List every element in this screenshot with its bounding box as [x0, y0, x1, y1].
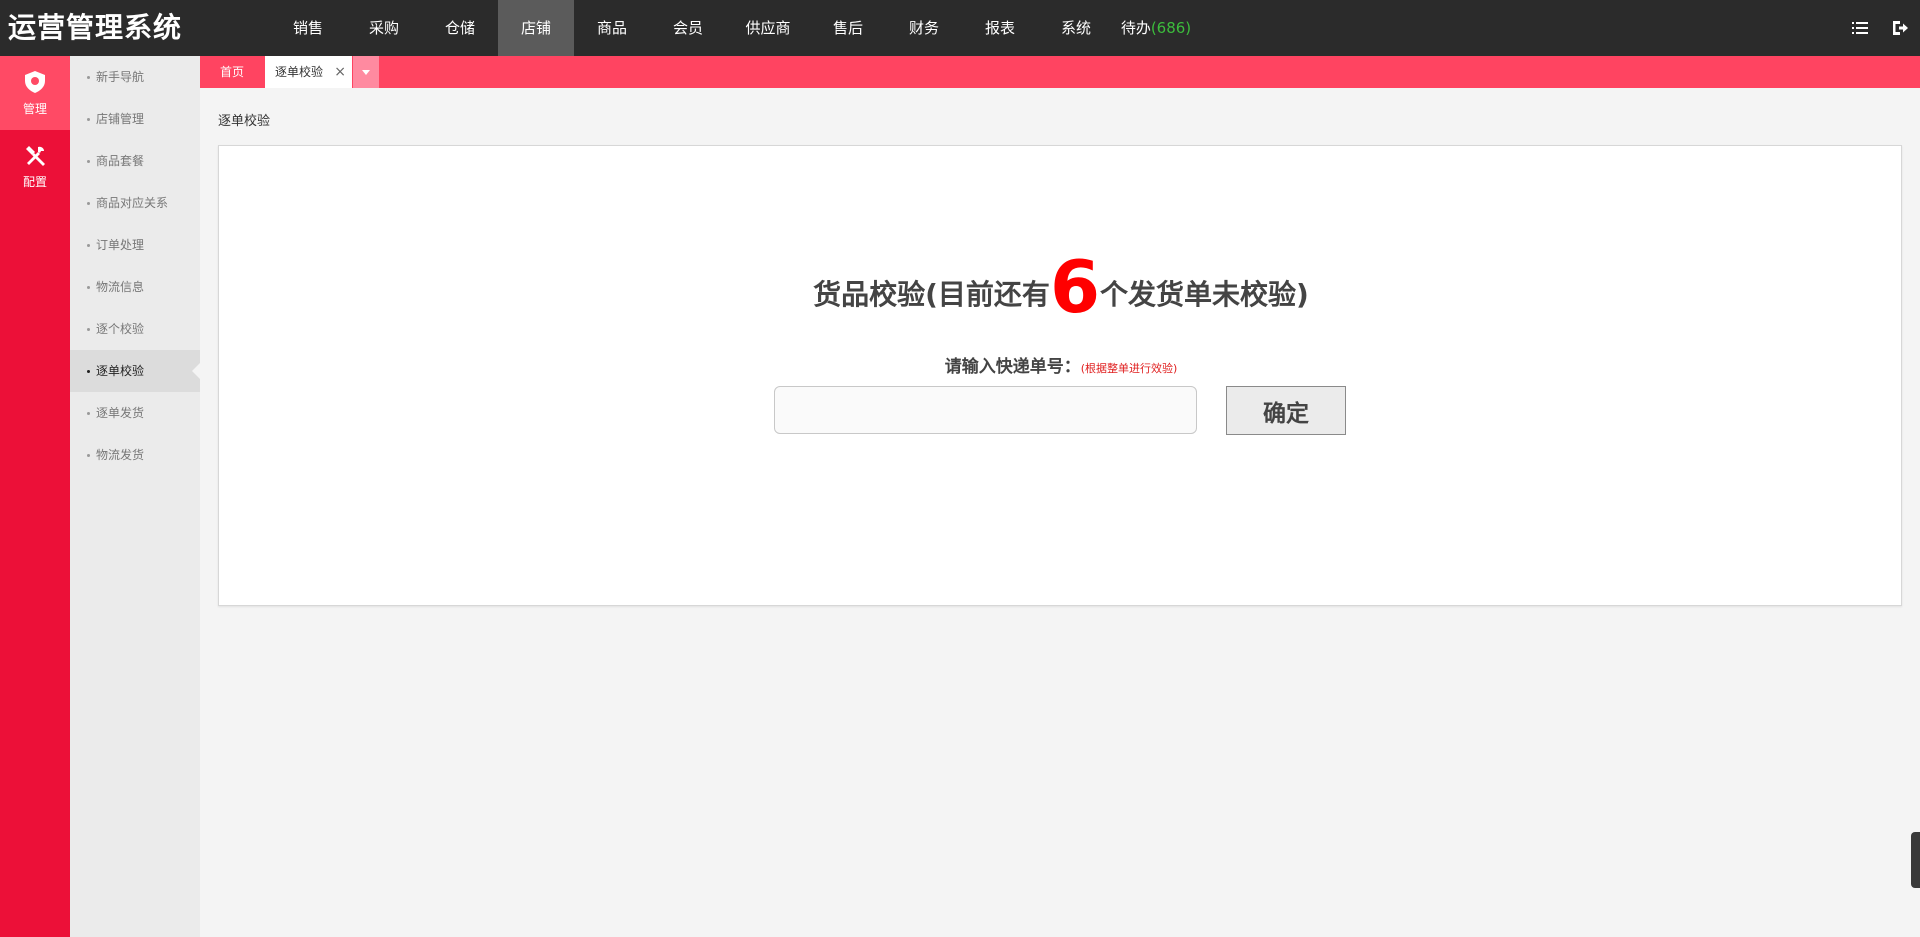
- pending-label: 待办: [1120, 19, 1151, 37]
- top-right-actions: [1840, 0, 1920, 56]
- submenu-item-active[interactable]: 逐单校验: [70, 350, 200, 392]
- tools-icon: [26, 145, 45, 166]
- topnav-item-system[interactable]: 系统: [1038, 0, 1114, 56]
- breadcrumb: 逐单校验: [218, 114, 271, 129]
- unverified-count: 6: [1049, 245, 1101, 329]
- tab-home[interactable]: 首页: [200, 56, 264, 88]
- topnav-item-goods[interactable]: 商品: [574, 0, 650, 56]
- verification-panel: 货品校验(目前还有6个发货单未校验) 请输入快递单号：(根据整单进行效验) 确定: [218, 145, 1902, 606]
- topnav-item-aftersales[interactable]: 售后: [810, 0, 886, 56]
- topnav-item-warehouse[interactable]: 仓储: [422, 0, 498, 56]
- list-menu-icon[interactable]: [1840, 0, 1880, 56]
- heading-suffix: 个发货单未校验): [1100, 278, 1309, 311]
- tracking-prompt-label: 请输入快递单号：: [944, 357, 1081, 377]
- top-nav: 销售 采购 仓储 店铺 商品 会员 供应商 售后 财务 报表 系统 待办(686…: [270, 0, 1198, 56]
- submenu-item[interactable]: 订单处理: [70, 224, 200, 266]
- tab-current-label: 逐单校验: [275, 65, 324, 79]
- submenu-item[interactable]: 物流信息: [70, 266, 200, 308]
- logout-icon[interactable]: [1880, 0, 1920, 56]
- topnav-item-finance[interactable]: 财务: [886, 0, 962, 56]
- tab-bar: 首页 逐单校验 ×: [200, 56, 1920, 88]
- rail-item-label: 管理: [22, 101, 47, 116]
- top-bar: 运营管理系统 销售 采购 仓储 店铺 商品 会员 供应商 售后 财务 报表 系统…: [0, 0, 1920, 56]
- tab-close-icon[interactable]: ×: [334, 56, 346, 88]
- shield-icon: [25, 70, 45, 93]
- page-title: 货品校验(目前还有6个发货单未校验): [219, 251, 1903, 323]
- heading-prefix: 货品校验(目前还有: [813, 278, 1050, 311]
- topnav-item-members[interactable]: 会员: [650, 0, 726, 56]
- confirm-button[interactable]: 确定: [1226, 386, 1346, 435]
- side-widget-handle[interactable]: [1911, 832, 1920, 888]
- topnav-item-pending[interactable]: 待办(686): [1114, 0, 1198, 56]
- submenu-item[interactable]: 物流发货: [70, 434, 200, 476]
- left-rail: 管理 配置: [0, 56, 70, 937]
- topnav-item-store[interactable]: 店铺: [498, 0, 574, 56]
- rail-item-label: 配置: [22, 174, 47, 189]
- tab-dropdown-icon[interactable]: [353, 56, 379, 88]
- tracking-prompt: 请输入快递单号：(根据整单进行效验): [219, 352, 1903, 377]
- rail-item-manage[interactable]: 管理: [0, 56, 70, 130]
- tab-current[interactable]: 逐单校验 ×: [265, 56, 352, 88]
- topnav-item-suppliers[interactable]: 供应商: [726, 0, 810, 56]
- topnav-item-purchase[interactable]: 采购: [346, 0, 422, 56]
- submenu-item[interactable]: 店铺管理: [70, 98, 200, 140]
- tracking-number-input[interactable]: [774, 386, 1197, 434]
- topnav-item-reports[interactable]: 报表: [962, 0, 1038, 56]
- submenu-item[interactable]: 逐单发货: [70, 392, 200, 434]
- sub-menu: 新手导航 店铺管理 商品套餐 商品对应关系 订单处理 物流信息 逐个校验 逐单校…: [70, 56, 200, 937]
- rail-item-config[interactable]: 配置: [0, 130, 70, 204]
- app-title: 运营管理系统: [8, 11, 183, 44]
- submenu-item[interactable]: 商品套餐: [70, 140, 200, 182]
- topnav-item-sales[interactable]: 销售: [270, 0, 346, 56]
- submenu-item[interactable]: 新手导航: [70, 56, 200, 98]
- tracking-prompt-hint: (根据整单进行效验): [1080, 362, 1178, 375]
- pending-count: (686): [1150, 19, 1192, 37]
- submenu-item[interactable]: 逐个校验: [70, 308, 200, 350]
- submenu-item[interactable]: 商品对应关系: [70, 182, 200, 224]
